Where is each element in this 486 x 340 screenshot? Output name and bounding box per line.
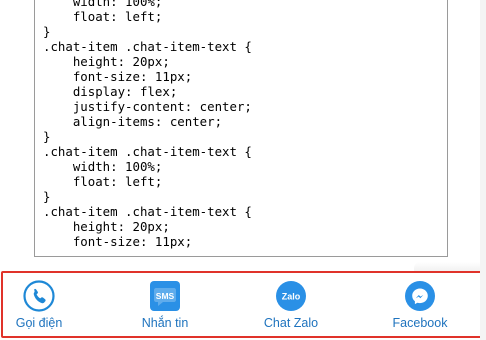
zalo-icon-text: Zalo: [282, 292, 301, 302]
call-label: Gọi điện: [15, 316, 63, 330]
code-line: height: 20px;: [43, 54, 170, 69]
messenger-icon: [404, 280, 436, 312]
sms-button[interactable]: SMS Nhắn tin: [110, 280, 220, 332]
phone-icon: [23, 280, 55, 312]
page: width: 100%; float: left;} .chat-item .ch…: [0, 0, 486, 340]
zalo-label: Chat Zalo: [263, 316, 319, 330]
code-line: }: [43, 129, 51, 144]
sms-label: Nhắn tin: [141, 316, 189, 330]
code-line: font-size: 11px;: [43, 69, 193, 84]
code-line: justify-content: center;: [43, 99, 252, 114]
code-line: align-items: center;: [43, 114, 223, 129]
code-content: width: 100%; float: left;} .chat-item .ch…: [43, 0, 252, 249]
code-line: height: 20px;: [43, 219, 170, 234]
code-line: }: [43, 189, 51, 204]
zalo-button[interactable]: Zalo Chat Zalo: [236, 280, 346, 332]
code-line: float: left;: [43, 9, 163, 24]
code-line: .chat-item .chat-item-text {: [43, 39, 252, 54]
facebook-button[interactable]: Facebook: [365, 280, 475, 332]
zalo-icon: Zalo: [275, 280, 307, 312]
scrollbar[interactable]: [480, 0, 486, 340]
sms-icon: SMS: [149, 280, 181, 312]
code-line: .chat-item .chat-item-text {: [43, 144, 252, 159]
sms-icon-text: SMS: [156, 291, 175, 301]
code-line: float: left;: [43, 174, 163, 189]
code-line: display: flex;: [43, 84, 178, 99]
code-line: .chat-item .chat-item-text {: [43, 204, 252, 219]
code-block: width: 100%; float: left;} .chat-item .ch…: [34, 0, 448, 257]
code-line: width: 100%;: [43, 0, 163, 9]
code-line: }: [43, 24, 51, 39]
code-line: width: 100%;: [43, 159, 163, 174]
code-line: font-size: 11px;: [43, 234, 193, 249]
facebook-label: Facebook: [392, 316, 448, 330]
contact-bar: Gọi điện SMS Nhắn tin Zalo Chat Zalo Fac…: [1, 271, 484, 338]
call-button[interactable]: Gọi điện: [0, 280, 94, 332]
